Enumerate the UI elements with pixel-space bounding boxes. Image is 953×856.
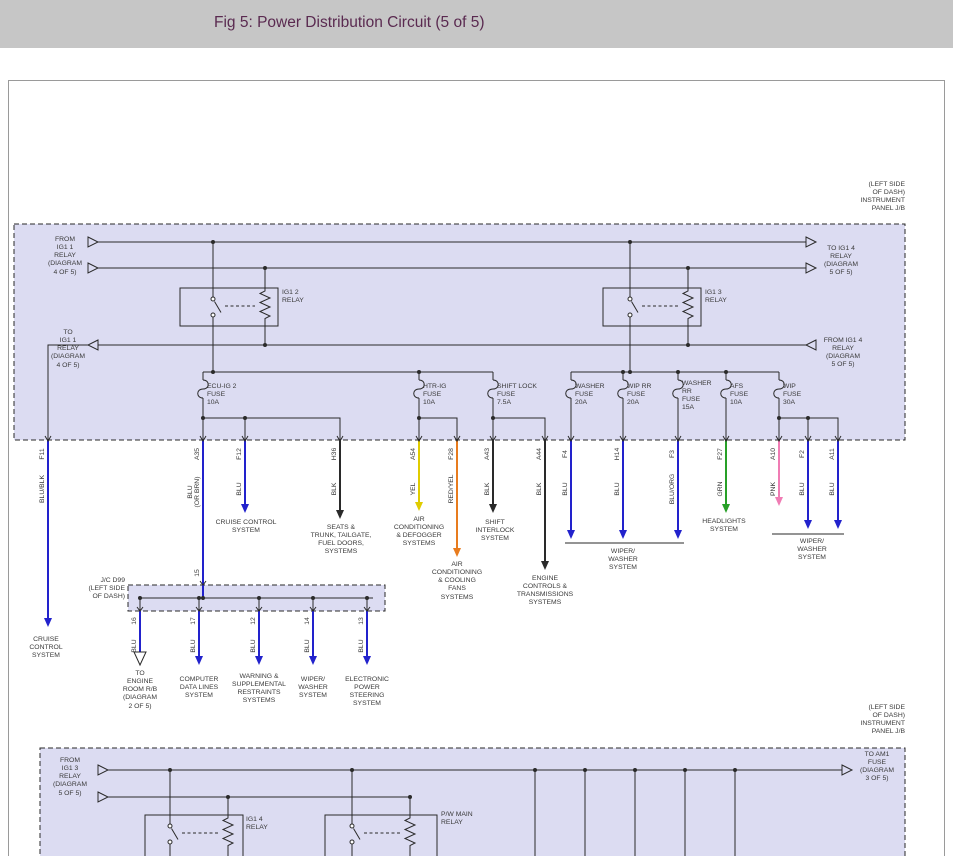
fuse-washer-rr-label: WASHER RR FUSE 15A <box>682 380 712 413</box>
to-am1-label: TO AM1 FUSE (DIAGRAM 3 OF 5) <box>860 751 894 784</box>
dest-cruise-left: CRUISE CONTROL SYSTEM <box>29 636 62 660</box>
fuse-htr-ig-label: HTR-IG FUSE 10A <box>423 383 446 407</box>
wiring-diagram-graphics <box>0 0 953 856</box>
jb-top-corner-label: (LEFT SIDE OF DASH) INSTRUMENT PANEL J/B <box>825 181 905 214</box>
pin-label-a35: A35 <box>194 448 201 460</box>
jc-pin-13: 13 <box>358 617 365 625</box>
jc-d99-label: J/C D99 (LEFT SIDE OF DASH) <box>60 577 125 601</box>
jc-wire-color-3: BLU <box>250 639 257 652</box>
fuse-afs-label: AFS FUSE 10A <box>730 383 748 407</box>
jc-pin-15: 15 <box>194 569 201 577</box>
relay-contact <box>628 297 632 301</box>
to-ig1-1-label: TO IG1 1 RELAY (DIAGRAM 4 OF 5) <box>51 329 85 370</box>
to-ig1-4-label: TO IG1 4 RELAY (DIAGRAM 5 OF 5) <box>824 245 858 278</box>
pin-label-f2: F2 <box>799 450 806 458</box>
dest-headlights: HEADLIGHTS SYSTEM <box>702 518 745 534</box>
wire-color-f12: BLU <box>236 482 243 495</box>
ig1-4-relay-label: IG1 4 RELAY <box>246 816 268 832</box>
page-root: Fig 5: Power Distribution Circuit (5 of … <box>0 0 953 856</box>
dest-ac-cooling: AIR CONDITIONING & COOLING FANS SYSTEMS <box>432 561 482 602</box>
dest-ac-defogger: AIR CONDITIONING & DEFOGGER SYSTEMS <box>394 516 444 549</box>
wire-color-a54: YEL <box>410 483 417 496</box>
wire-color-h14: BLU <box>614 482 621 495</box>
wire-color-f11: BLU/BLK <box>39 475 46 503</box>
jb-top-box <box>14 224 905 440</box>
pin-label-a11: A11 <box>829 448 836 460</box>
ig1-2-relay-box <box>180 288 278 326</box>
pin-label-f12: F12 <box>236 448 243 460</box>
pin-label-f28: F28 <box>448 448 455 460</box>
relay-contact <box>211 313 215 317</box>
pin-label-f27: F27 <box>717 448 724 460</box>
instrument-panel-jb-top <box>14 224 905 440</box>
jc-wire-color-5: BLU <box>358 639 365 652</box>
fuse-shift-lock-label: SHIFT LOCK FUSE 7.5A <box>497 383 537 407</box>
pin-label-h36: H36 <box>331 448 338 460</box>
fuse-wip-rr-label: WIP RR FUSE 20A <box>627 383 651 407</box>
dest-warning-srs: WARNING & SUPPLEMENTAL RESTRAINTS SYSTEM… <box>232 673 286 706</box>
jc-wire-color-4: BLU <box>304 639 311 652</box>
pin-label-f4: F4 <box>562 450 569 458</box>
dest-shift-interlock: SHIFT INTERLOCK SYSTEM <box>476 519 515 543</box>
fuse-wip-label: WIP FUSE 30A <box>783 383 801 407</box>
dest-wiper-jc: WIPER/ WASHER SYSTEM <box>298 676 328 700</box>
dest-wiper-mid: WIPER/ WASHER SYSTEM <box>608 548 638 572</box>
instrument-panel-jb-bottom <box>40 748 905 856</box>
wire-f11 <box>44 440 52 627</box>
wire-color-h36: BLK <box>331 483 338 496</box>
relay-contact <box>211 297 215 301</box>
relay-contact <box>168 824 172 828</box>
pin-label-a10: A10 <box>770 448 777 460</box>
wire-color-f2: BLU <box>799 482 806 495</box>
jc-pin-16: 16 <box>131 617 138 625</box>
from-ig1-4-label: FROM IG1 4 RELAY (DIAGRAM 5 OF 5) <box>824 337 863 370</box>
dest-engine-room-rb: TO ENGINE ROOM R/B (DIAGRAM 2 OF 5) <box>123 670 157 711</box>
dest-engine-controls: ENGINE CONTROLS & TRANSMISSIONS SYSTEMS <box>517 575 573 608</box>
dest-computer-data-lines: COMPUTER DATA LINES SYSTEM <box>180 676 219 700</box>
pin-label-f11: F11 <box>39 448 46 459</box>
pin-label-a44: A44 <box>536 448 543 460</box>
wire-color-f28: RED/YEL <box>448 474 455 503</box>
dest-cruise: CRUISE CONTROL SYSTEM <box>216 519 277 535</box>
dest-eps: ELECTRONIC POWER STEERING SYSTEM <box>345 676 389 709</box>
jc-pin-12: 12 <box>250 617 257 625</box>
ig1-2-relay-label: IG1 2 RELAY <box>282 289 304 305</box>
dest-seats: SEATS & TRUNK, TAILGATE, FUEL DOORS, SYS… <box>311 524 372 557</box>
from-ig1-3-label: FROM IG1 3 RELAY (DIAGRAM 5 OF 5) <box>53 757 87 798</box>
relay-contact <box>628 313 632 317</box>
pin-label-h14: H14 <box>614 448 621 460</box>
colored-wires <box>44 440 844 665</box>
connector-to-engine-room-rb <box>134 652 146 665</box>
wire-color-a10: PNK <box>770 482 777 496</box>
jc-wire-color-1: BLU <box>131 639 138 652</box>
wire-color-a43: BLK <box>484 483 491 496</box>
wire-color-f3: BLU/ORG <box>669 474 676 505</box>
relay-contact <box>168 840 172 844</box>
wire-color-a35: BLU (OR BRN) <box>187 477 202 508</box>
jb-bottom-corner-label: (LEFT SIDE OF DASH) INSTRUMENT PANEL J/B <box>825 704 905 737</box>
ig1-3-relay-box <box>603 288 701 326</box>
relay-contact <box>350 840 354 844</box>
wire-color-f27: GRN <box>717 481 724 496</box>
wire-color-f4: BLU <box>562 482 569 495</box>
jc-pin-17: 17 <box>190 617 197 625</box>
from-ig1-1-label: FROM IG1 1 RELAY (DIAGRAM 4 OF 5) <box>48 236 82 277</box>
pin-label-a43: A43 <box>484 448 491 460</box>
relay-contact <box>350 824 354 828</box>
pw-main-relay-label: P/W MAIN RELAY <box>441 811 473 827</box>
wire-color-a11: BLU <box>829 482 836 495</box>
dest-wiper-right: WIPER/ WASHER SYSTEM <box>797 538 827 562</box>
fuse-ecu-ig2-label: ECU-IG 2 FUSE 10A <box>207 383 236 407</box>
jc-wire-color-2: BLU <box>190 639 197 652</box>
pw-main-relay-box <box>325 815 437 856</box>
pin-label-a54: A54 <box>410 448 417 460</box>
pin-label-f3: F3 <box>669 450 676 458</box>
jc-pin-14: 14 <box>304 617 311 625</box>
ig1-3-relay-label: IG1 3 RELAY <box>705 289 727 305</box>
wire-color-a44: BLK <box>536 483 543 496</box>
fuse-washer-label: WASHER FUSE 20A <box>575 383 605 407</box>
